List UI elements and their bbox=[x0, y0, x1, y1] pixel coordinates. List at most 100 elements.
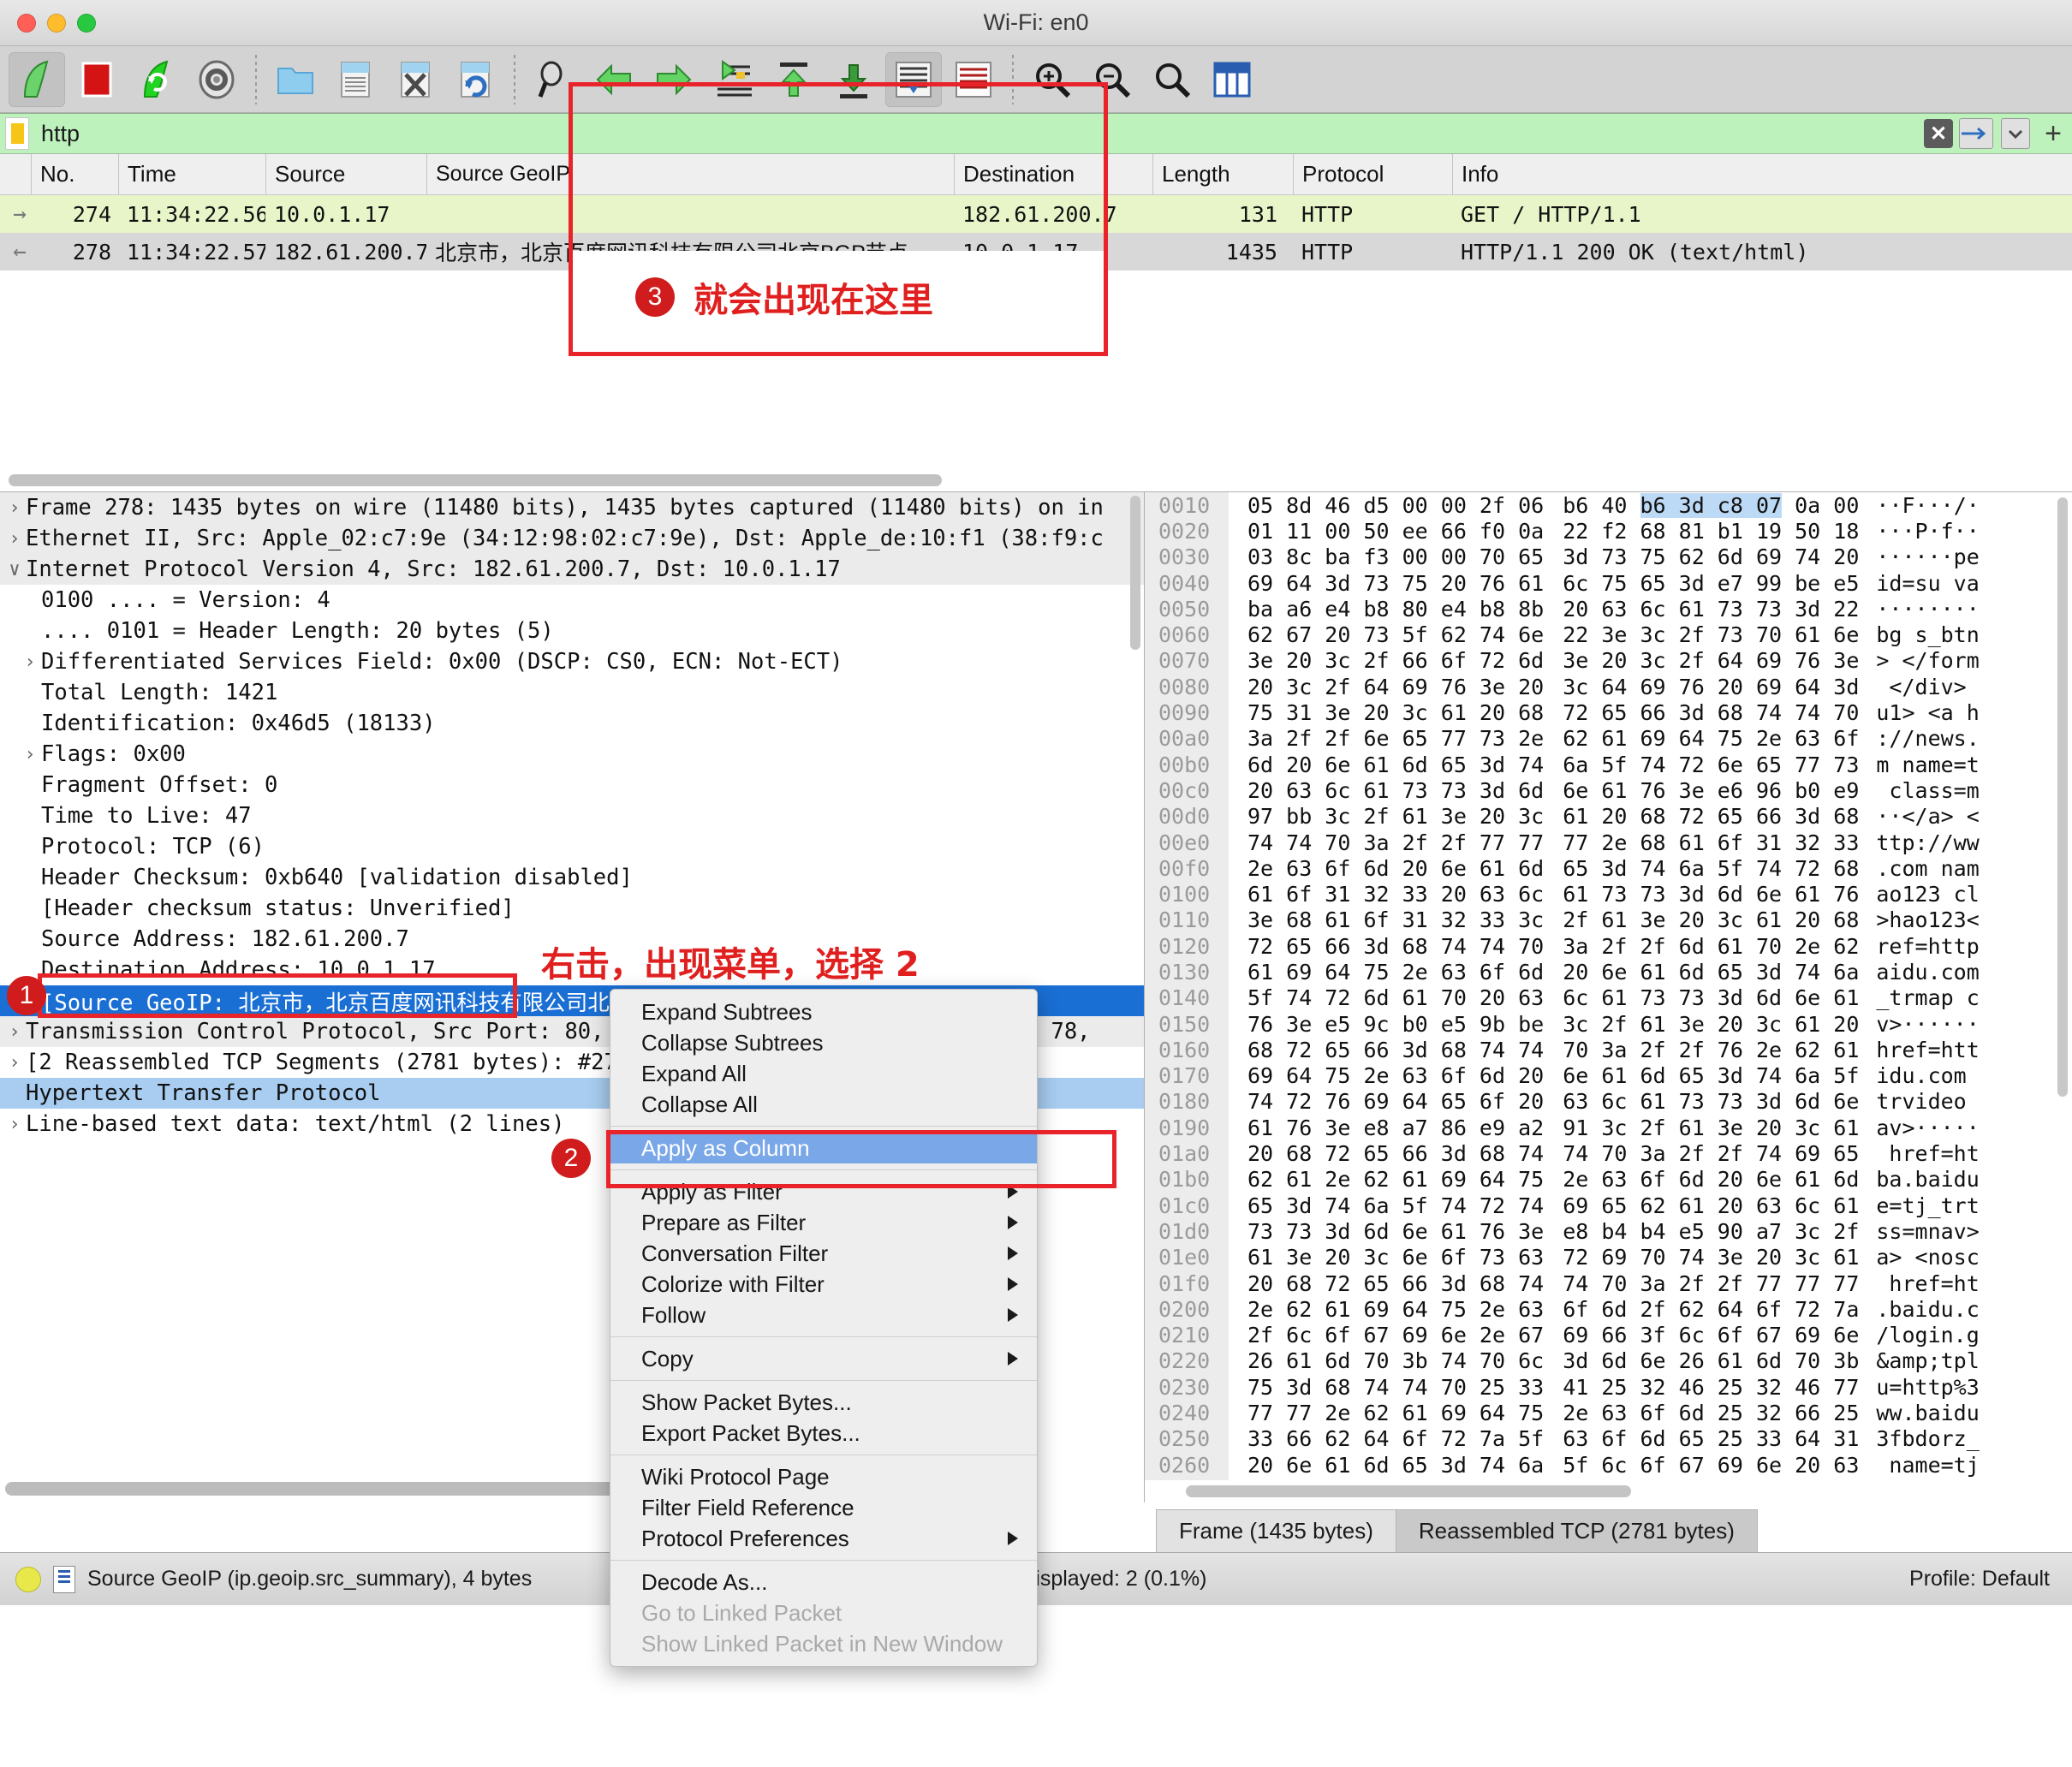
hex-dump-row[interactable]: 0220 26 61 6d 70 3b 74 70 6c 3d 6d 6e 26 6… bbox=[1145, 1348, 2072, 1375]
column-header-time[interactable]: Time bbox=[118, 154, 265, 194]
menu-item-filter-field-reference[interactable]: Filter Field Reference bbox=[610, 1492, 1037, 1523]
go-to-last-icon[interactable] bbox=[825, 52, 882, 107]
column-header-source-geoip[interactable]: Source GeoIP bbox=[426, 154, 954, 194]
detail-tree-row[interactable]: › Frame 278: 1435 bytes on wire (11480 bi… bbox=[0, 492, 1144, 523]
chevron-down-icon[interactable]: ∨ bbox=[3, 559, 26, 580]
hex-dump-row[interactable]: 0100 61 6f 31 32 33 20 63 6c 61 73 73 3d 6… bbox=[1145, 881, 2072, 907]
capture-options-icon[interactable] bbox=[188, 52, 245, 107]
display-filter-bar[interactable]: ✕ + bbox=[0, 113, 2072, 154]
filter-clear-button[interactable]: ✕ bbox=[1921, 117, 1956, 150]
hex-dump-row[interactable]: 01d0 73 73 3d 6d 6e 61 76 3e e8 b4 b4 e5 9… bbox=[1145, 1218, 2072, 1245]
hex-dump-row[interactable]: 0150 76 3e e5 9c b0 e5 9b be 3c 2f 61 3e 2… bbox=[1145, 1010, 2072, 1038]
go-back-icon[interactable] bbox=[586, 52, 642, 107]
hex-dump-row[interactable]: 0160 68 72 65 66 3d 68 74 74 70 3a 2f 2f 7… bbox=[1145, 1037, 2072, 1063]
column-header-length[interactable]: Length bbox=[1152, 154, 1293, 194]
hex-dump-row[interactable]: 0210 2f 6c 6f 67 69 6e 2e 67 69 66 3f 6c 6… bbox=[1145, 1322, 2072, 1348]
detail-tree-row[interactable]: › Differentiated Services Field: 0x00 (DS… bbox=[0, 646, 1144, 677]
zoom-in-icon[interactable] bbox=[1024, 52, 1081, 107]
scrollbar-thumb[interactable] bbox=[2057, 497, 2068, 1097]
column-header-protocol[interactable]: Protocol bbox=[1293, 154, 1452, 194]
menu-item-expand-all[interactable]: Expand All bbox=[610, 1058, 1037, 1089]
menu-item-conversation-filter[interactable]: Conversation Filter bbox=[610, 1238, 1037, 1269]
stop-capture-icon[interactable] bbox=[68, 52, 125, 107]
hex-dump-row[interactable]: 01a0 20 68 72 65 66 3d 68 74 74 70 3a 2f 2… bbox=[1145, 1140, 2072, 1167]
chevron-right-icon[interactable]: › bbox=[3, 1052, 26, 1074]
table-row[interactable]: → 274 11:34:22.561475 10.0.1.17 182.61.2… bbox=[0, 195, 2072, 233]
detail-tree-row[interactable]: Time to Live: 47 bbox=[0, 800, 1144, 831]
detail-tree-row[interactable]: Identification: 0x46d5 (18133) bbox=[0, 708, 1144, 739]
close-window-button[interactable] bbox=[17, 13, 36, 33]
chevron-right-icon[interactable]: › bbox=[3, 1021, 26, 1043]
menu-item-export-packet-bytes[interactable]: Export Packet Bytes... bbox=[610, 1418, 1037, 1449]
bytes-horizontal-scrollbar[interactable] bbox=[1145, 1480, 2072, 1502]
hex-dump-row[interactable]: 0260 20 6e 61 6d 65 3d 74 6a 5f 6c 6f 67 6… bbox=[1145, 1451, 2072, 1478]
column-header-info[interactable]: Info bbox=[1452, 154, 2072, 194]
capture-file-properties-icon[interactable] bbox=[53, 1565, 75, 1593]
hex-dump-row[interactable]: 00e0 74 74 70 3a 2f 2f 77 77 77 2e 68 61 6… bbox=[1145, 829, 2072, 856]
save-file-icon[interactable] bbox=[327, 52, 384, 107]
detail-tree-row[interactable]: › Ethernet II, Src: Apple_02:c7:9e (34:12… bbox=[0, 523, 1144, 554]
detail-tree-row[interactable]: ∨ Internet Protocol Version 4, Src: 182.6… bbox=[0, 554, 1144, 585]
go-forward-icon[interactable] bbox=[646, 52, 702, 107]
menu-item-show-packet-bytes[interactable]: Show Packet Bytes... bbox=[610, 1387, 1037, 1418]
packet-list-horizontal-scrollbar[interactable] bbox=[0, 474, 2072, 486]
menu-item-expand-subtrees[interactable]: Expand Subtrees bbox=[610, 997, 1037, 1027]
menu-item-collapse-subtrees[interactable]: Collapse Subtrees bbox=[610, 1027, 1037, 1058]
packet-list-header[interactable]: No. Time Source Source GeoIP Destination… bbox=[0, 154, 2072, 195]
window-controls[interactable] bbox=[17, 13, 96, 33]
column-header-no[interactable]: No. bbox=[31, 154, 118, 194]
hex-dump-row[interactable]: 0030 03 8c ba f3 00 00 70 65 3d 73 75 62 6… bbox=[1145, 544, 2072, 570]
minimize-window-button[interactable] bbox=[47, 13, 66, 33]
hex-dump-row[interactable]: 0170 69 64 75 2e 63 6f 6d 20 6e 61 6d 65 3… bbox=[1145, 1062, 2072, 1089]
detail-tree-row[interactable]: Header Checksum: 0xb640 [validation disa… bbox=[0, 862, 1144, 893]
tab-frame[interactable]: Frame (1435 bytes) bbox=[1156, 1509, 1396, 1552]
hex-dump-row[interactable]: 0080 20 3c 2f 64 69 76 3e 20 3c 64 69 76 2… bbox=[1145, 674, 2072, 700]
menu-item-apply-as-column[interactable]: Apply as Column bbox=[610, 1133, 1037, 1163]
hex-dump-row[interactable]: 0040 69 64 3d 73 75 20 76 61 6c 75 65 3d e… bbox=[1145, 569, 2072, 597]
scrollbar-thumb[interactable] bbox=[9, 474, 942, 486]
menu-item-copy[interactable]: Copy bbox=[610, 1343, 1037, 1374]
status-profile[interactable]: Profile: Default bbox=[1909, 1567, 2072, 1591]
menu-item-apply-as-filter[interactable]: Apply as Filter bbox=[610, 1176, 1037, 1207]
hex-dump-row[interactable]: 0190 61 76 3e e8 a7 86 e9 a2 91 3c 2f 61 3… bbox=[1145, 1115, 2072, 1141]
packet-list-pane[interactable]: No. Time Source Source GeoIP Destination… bbox=[0, 154, 2072, 492]
hex-dump-row[interactable]: 0120 72 65 66 3d 68 74 74 70 3a 2f 2f 6d 6… bbox=[1145, 933, 2072, 960]
detail-tree-row[interactable]: [Header checksum status: Unverified] bbox=[0, 893, 1144, 924]
scrollbar-thumb[interactable] bbox=[1130, 496, 1140, 650]
hex-dump-row[interactable]: 00c0 20 63 6c 61 73 73 3d 6d 6e 61 76 3e e… bbox=[1145, 777, 2072, 804]
restart-capture-icon[interactable] bbox=[128, 52, 185, 107]
bytes-vertical-scrollbar[interactable] bbox=[2057, 497, 2069, 1396]
start-capture-icon[interactable] bbox=[9, 51, 65, 107]
find-packet-icon[interactable] bbox=[526, 52, 582, 107]
detail-tree-row[interactable]: Total Length: 1421 bbox=[0, 677, 1144, 708]
add-filter-button[interactable]: + bbox=[2034, 117, 2072, 151]
packet-bytes-pane[interactable]: 0010 05 8d 46 d5 00 00 2f 06 b6 40 b6 3d c… bbox=[1145, 492, 2072, 1502]
chevron-right-icon[interactable]: › bbox=[19, 744, 41, 765]
hex-dump-row[interactable]: 00d0 97 bb 3c 2f 61 3e 20 3c 61 20 68 72 6… bbox=[1145, 803, 2072, 830]
hex-dump-row[interactable]: 01b0 62 61 2e 62 61 69 64 75 2e 63 6f 6d 2… bbox=[1145, 1166, 2072, 1193]
packet-detail-context-menu[interactable]: Expand Subtrees Collapse Subtrees Expand A… bbox=[610, 989, 1038, 1667]
colorize-icon[interactable] bbox=[945, 52, 1002, 107]
detail-tree-row[interactable]: Fragment Offset: 0 bbox=[0, 770, 1144, 800]
go-to-packet-icon[interactable] bbox=[706, 52, 762, 107]
chevron-right-icon[interactable]: › bbox=[3, 528, 26, 550]
hex-dump-row[interactable]: 02706c 61 73 73 3d 6c 62 3ee7 99 bb e5 b… bbox=[1145, 1478, 2072, 1480]
column-header-source[interactable]: Source bbox=[265, 154, 426, 194]
detail-tree-row[interactable]: Protocol: TCP (6) bbox=[0, 831, 1144, 862]
auto-scroll-icon[interactable] bbox=[885, 51, 942, 107]
hex-dump-row[interactable]: 0240 77 77 2e 62 61 69 64 75 2e 63 6f 6d 2… bbox=[1145, 1400, 2072, 1426]
menu-item-prepare-as-filter[interactable]: Prepare as Filter bbox=[610, 1207, 1037, 1238]
hex-dump-row[interactable]: 0230 75 3d 68 74 74 70 25 33 41 25 32 46 2… bbox=[1145, 1374, 2072, 1401]
detail-tree-row[interactable]: › Flags: 0x00 bbox=[0, 739, 1144, 770]
chevron-right-icon[interactable]: › bbox=[19, 651, 41, 673]
hex-dump-row[interactable]: 0090 75 31 3e 20 3c 61 20 68 72 65 66 3d 6… bbox=[1145, 699, 2072, 726]
hex-dump-row[interactable]: 0050 ba a6 e4 b8 80 e4 b8 8b 20 63 6c 61 7… bbox=[1145, 596, 2072, 622]
hex-dump-row[interactable]: 0020 01 11 00 50 ee 66 f0 0a 22 f2 68 81 b… bbox=[1145, 518, 2072, 544]
hex-dump-row[interactable]: 0250 33 66 62 64 6f 72 7a 5f 63 6f 6d 65 2… bbox=[1145, 1425, 2072, 1452]
hex-dump-row[interactable]: 0140 5f 74 72 6d 61 70 20 63 6c 61 73 73 3… bbox=[1145, 985, 2072, 1011]
maximize-window-button[interactable] bbox=[77, 13, 96, 33]
chevron-right-icon[interactable]: › bbox=[3, 497, 26, 519]
scrollbar-thumb[interactable] bbox=[5, 1482, 639, 1496]
menu-item-decode-as[interactable]: Decode As... bbox=[610, 1567, 1037, 1597]
close-file-icon[interactable] bbox=[387, 52, 444, 107]
